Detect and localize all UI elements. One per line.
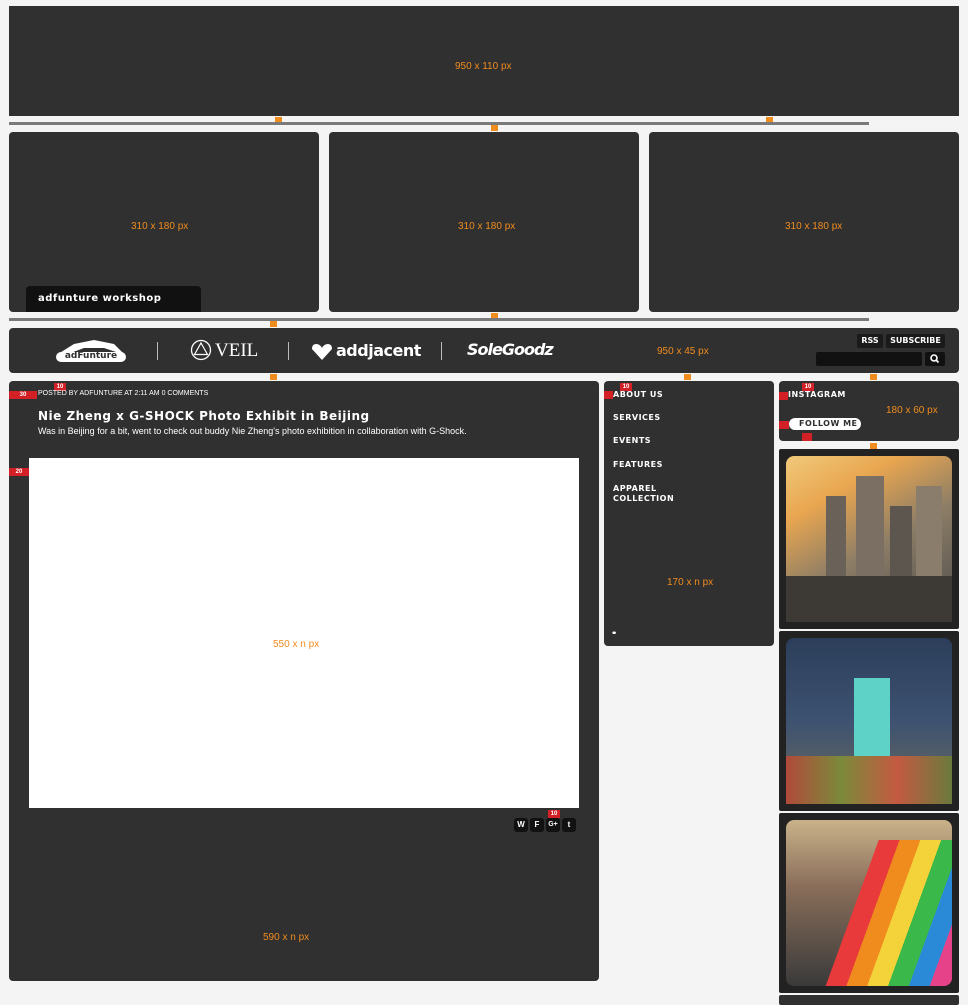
city-skyline-photo[interactable] (779, 449, 959, 629)
spacer-marker (870, 374, 877, 380)
slide-2[interactable]: 310 x 180 px (329, 132, 639, 312)
subscribe-button[interactable]: SUBSCRIBE (886, 334, 945, 348)
skyline-photo-image (786, 456, 952, 622)
post-title[interactable]: Nie Zheng x G-SHOCK Photo Exhibit in Bei… (38, 409, 370, 423)
instagram-dims: 180 x 60 px (886, 405, 938, 416)
sidebar-item-features[interactable]: FEATURES (613, 460, 663, 470)
addjacent-logo[interactable]: addjacent (311, 340, 423, 362)
spacing-tag: 30 (9, 391, 37, 399)
nav-separator (288, 342, 289, 360)
slide-caption-text: adfunture workshop (38, 293, 162, 304)
adfunture-logo[interactable]: adFunture (54, 336, 128, 364)
spacing-tag: 10 (548, 810, 560, 818)
spacer-marker (270, 374, 277, 380)
spacer-marker (270, 321, 277, 327)
search-button[interactable] (925, 352, 945, 366)
sidebar-dims: 170 x n px (667, 577, 714, 588)
follow-me-button[interactable]: FOLLOW ME (789, 418, 861, 430)
post-box-dims: 590 x n px (263, 932, 310, 943)
sidebar-dots: •• (612, 628, 617, 638)
nav-separator (441, 342, 442, 360)
sidebar-item-apparel-collection[interactable]: APPAREL COLLECTION (613, 484, 683, 504)
tumblr-share-icon[interactable]: t (562, 818, 576, 832)
spacing-tag: 20 (9, 468, 29, 476)
rainbow-slide-photo[interactable] (779, 813, 959, 993)
rss-button[interactable]: RSS (857, 334, 883, 348)
heart-icon (312, 344, 332, 360)
divider (9, 122, 869, 125)
veil-logo-text: VEIL (215, 340, 259, 361)
veil-logo[interactable]: VEIL (190, 339, 260, 361)
spacing-tag (802, 433, 812, 441)
triangle-circle-icon (190, 339, 212, 361)
post-excerpt: Was in Beijing for a bit, went to check … (38, 426, 467, 436)
spacing-tag (779, 421, 789, 429)
slide-1[interactable]: 310 x 180 px adfunture workshop (9, 132, 319, 312)
spacing-tag (779, 392, 788, 400)
slide-caption[interactable]: adfunture workshop (26, 286, 201, 312)
slide-dims: 310 x 180 px (131, 221, 189, 232)
spacing-tag (604, 391, 613, 399)
google-plus-share-icon[interactable]: G+ (546, 818, 560, 832)
post-image-dims: 550 x n px (273, 639, 320, 650)
instagram-label: INSTAGRAM (788, 390, 846, 399)
slide-dims: 310 x 180 px (458, 221, 516, 232)
nav-dims: 950 x 45 px (657, 346, 709, 357)
spacer-marker (491, 125, 498, 131)
spacer-marker (684, 374, 691, 380)
divider (9, 318, 869, 321)
addjacent-logo-text: addjacent (336, 341, 421, 360)
slide-3[interactable]: 310 x 180 px (649, 132, 959, 312)
post-image[interactable]: 550 x n px (29, 458, 579, 808)
follow-me-label: FOLLOW ME (799, 419, 858, 428)
teal-door-photo[interactable] (779, 631, 959, 811)
sidebar-item-about-us[interactable]: ABOUT US (613, 390, 663, 400)
sidebar-item-services[interactable]: SERVICES (613, 413, 661, 423)
nav-separator (157, 342, 158, 360)
search-input[interactable] (816, 352, 922, 366)
slide-photo-image (786, 820, 952, 986)
slide-dims: 310 x 180 px (785, 221, 843, 232)
post-meta: POSTED BY ADFUNTURE AT 2:11 AM 0 comment… (38, 390, 209, 397)
instagram-photo-partial[interactable] (779, 995, 959, 1005)
adfunture-logo-text: adFunture (64, 351, 118, 361)
solegoodz-logo[interactable]: SoleGoodz (467, 340, 554, 359)
sidebar-item-events[interactable]: EVENTS (613, 436, 651, 446)
search-icon (930, 354, 940, 364)
weibo-share-icon[interactable]: W (514, 818, 528, 832)
banner-dims: 950 x 110 px (455, 61, 512, 72)
facebook-share-icon[interactable]: F (530, 818, 544, 832)
door-photo-image (786, 638, 952, 804)
top-banner: 950 x 110 px (9, 6, 959, 116)
